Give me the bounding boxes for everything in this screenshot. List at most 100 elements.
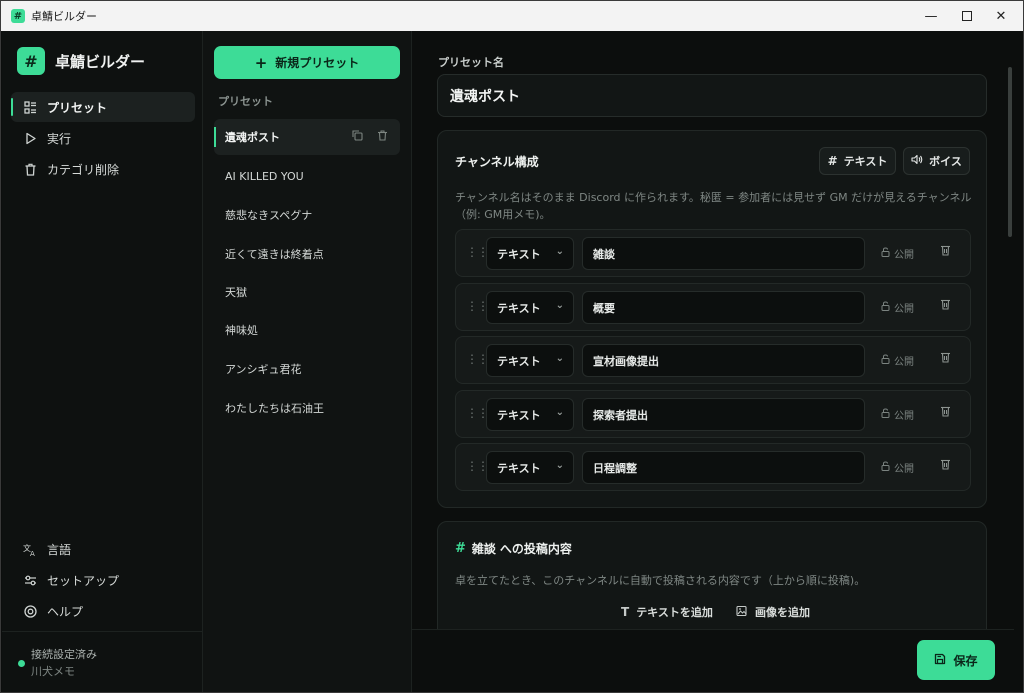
unlock-icon [881,354,890,367]
channel-name-input[interactable]: 雑談 [582,237,865,270]
nav-item-delete-category[interactable]: カテゴリ削除 [11,154,195,184]
window-title: 卓鯖ビルダー [31,10,97,23]
nav-item-help[interactable]: ヘルプ [11,596,195,626]
duplicate-icon[interactable] [352,130,363,144]
plus-icon: + [254,53,268,72]
add-image-post-button[interactable]: 画像を追加 [736,604,810,620]
preset-list-panel: + 新規プリセット プリセット 遺魂ポスト AI KILLED YOU 慈悲なき… [203,31,412,692]
chevron-down-icon: ⌄ [555,246,564,257]
add-text-label: テキスト [843,155,888,168]
nav-item-run[interactable]: 実行 [11,123,195,153]
save-button[interactable]: 保存 [917,640,995,680]
chevron-down-icon: ⌄ [555,460,564,471]
lifebuoy-icon [23,604,37,618]
maximize-icon [962,11,972,21]
preset-label: 慈悲なきスペグナ [225,209,313,222]
unlock-icon [881,408,890,421]
delete-row-icon[interactable] [940,405,951,420]
nav-label: セットアップ [47,573,120,588]
preset-item[interactable]: わたしたちは石油王 [214,390,400,426]
text-icon: T [621,605,630,619]
visibility-label: 公開 [894,464,914,475]
visibility-toggle[interactable]: 公開 [881,246,914,261]
visibility-toggle[interactable]: 公開 [881,460,914,475]
preset-item[interactable]: 近くて遠きは終着点 [214,236,400,272]
nav-item-language[interactable]: 文A 言語 [11,534,195,564]
brand: # 卓鯖ビルダー [17,47,145,75]
connection-status: 接続設定済み 川犬メモ [2,631,202,692]
add-voice-channel-button[interactable]: ボイス [903,147,970,175]
visibility-toggle[interactable]: 公開 [881,300,914,315]
add-text-channel-button[interactable]: # テキスト [819,147,896,175]
preset-item[interactable]: 神味処 [214,312,400,348]
channel-row: ⋮⋮ テキスト ⌄ 宣材画像提出 公開 [455,336,971,384]
delete-row-icon[interactable] [940,244,951,259]
channel-name-input[interactable]: 探索者提出 [582,398,865,431]
preset-item[interactable]: 慈悲なきスペグナ [214,197,400,233]
channel-type-select[interactable]: テキスト ⌄ [486,237,574,270]
visibility-toggle[interactable]: 公開 [881,407,914,422]
new-preset-button[interactable]: + 新規プリセット [214,46,400,79]
delete-icon[interactable] [377,130,388,144]
channel-type-value: テキスト [497,247,541,261]
preset-item[interactable]: AI KILLED YOU [214,158,400,194]
preset-item[interactable]: 天獄 [214,274,400,310]
channel-type-select[interactable]: テキスト ⌄ [486,451,574,484]
unlock-icon [881,301,890,314]
preset-item[interactable]: アンシギュ君花 [214,351,400,387]
unlock-icon [881,461,890,474]
status-dot-icon [18,660,25,667]
speaker-icon [911,154,923,168]
preset-item[interactable]: 遺魂ポスト [214,119,400,155]
scrollbar[interactable] [1008,67,1012,237]
drag-handle-icon[interactable]: ⋮⋮ [466,459,489,473]
channel-type-value: テキスト [497,301,541,315]
presets-heading: プリセット [218,95,273,108]
channel-name-input[interactable]: 概要 [582,291,865,324]
channel-type-select[interactable]: テキスト ⌄ [486,398,574,431]
delete-row-icon[interactable] [940,298,951,313]
image-add-icon [736,605,748,620]
drag-handle-icon[interactable]: ⋮⋮ [466,352,489,366]
minimize-button[interactable]: — [913,1,949,31]
nav-label: プリセット [47,100,108,115]
posts-title-suffix: への投稿内容 [499,542,572,556]
editor-footer: 保存 [412,629,1014,692]
nav-item-setup[interactable]: セットアップ [11,565,195,595]
preset-label: 近くて遠きは終着点 [225,248,324,261]
translate-icon: 文A [23,542,37,556]
drag-handle-icon[interactable]: ⋮⋮ [466,299,489,313]
channel-type-select[interactable]: テキスト ⌄ [486,344,574,377]
add-text-post-button[interactable]: T テキストを追加 [621,604,713,620]
visibility-label: 公開 [894,357,914,368]
close-button[interactable]: ✕ [983,1,1019,31]
brand-logo-icon: # [17,47,45,75]
new-preset-label: 新規プリセット [275,56,360,70]
hash-icon: # [827,154,838,168]
svg-text:A: A [30,550,35,556]
list-icon [23,100,37,114]
app-icon: # [11,9,25,23]
nav-label: カテゴリ削除 [47,162,120,177]
maximize-button[interactable] [949,1,985,31]
channel-config-card: チャンネル構成 # テキスト ボイス チャンネル名はそのまま Discord に… [437,130,987,508]
preset-name-input[interactable]: 遺魂ポスト [437,74,987,117]
preset-label: AI KILLED YOU [225,169,304,183]
channel-name-input[interactable]: 宣材画像提出 [582,344,865,377]
posts-title: # 雑談 への投稿内容 [455,540,572,557]
drag-handle-icon[interactable]: ⋮⋮ [466,245,489,259]
sidebar: # 卓鯖ビルダー プリセット 実行 カテゴリ削除 文A 言語 セットアップ ヘル… [2,31,203,692]
preset-label: 遺魂ポスト [225,131,280,144]
channel-config-description: チャンネル名はそのまま Discord に作られます。秘匿 = 参加者には見せず… [455,191,972,221]
drag-handle-icon[interactable]: ⋮⋮ [466,406,489,420]
nav-item-presets[interactable]: プリセット [11,92,195,122]
channel-type-select[interactable]: テキスト ⌄ [486,291,574,324]
nav-label: ヘルプ [47,604,84,619]
visibility-toggle[interactable]: 公開 [881,353,914,368]
add-text-post-label: テキストを追加 [636,606,713,619]
delete-row-icon[interactable] [940,458,951,473]
channel-name-input[interactable]: 日程調整 [582,451,865,484]
channel-type-value: テキスト [497,461,541,475]
delete-row-icon[interactable] [940,351,951,366]
channel-row: ⋮⋮ テキスト ⌄ 探索者提出 公開 [455,390,971,438]
